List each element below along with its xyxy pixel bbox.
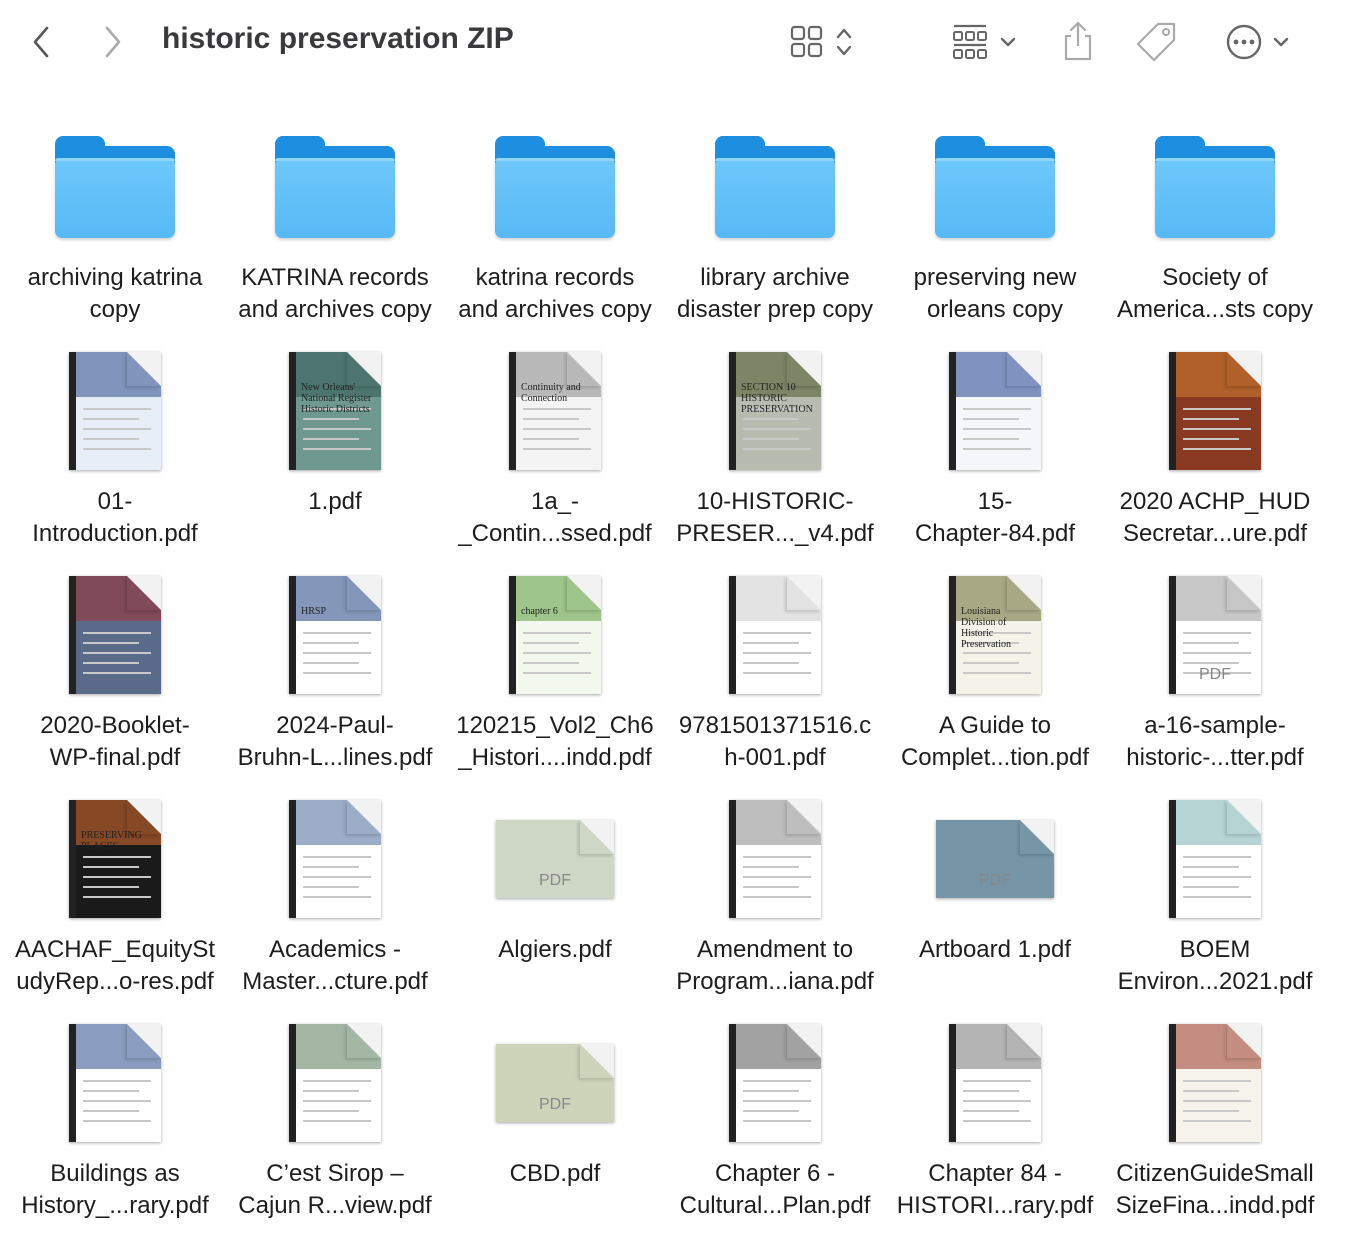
file-name-label: 9781501371516.c h-001.pdf [678,712,872,771]
folder-icon [5,112,225,262]
pdf-label: PDF [539,872,571,889]
file-name-label: Society of America...sts copy [1116,264,1314,323]
folder-icon [445,112,665,262]
pdf-thumbnail [5,336,225,486]
file-name-label: preserving new orleans copy [913,264,1077,323]
pdf-thumbnail: PDF [445,784,665,934]
pdf-thumbnail [225,1008,445,1158]
folder-icon [665,112,885,262]
file-name-label: a-16-sample- historic-...tter.pdf [1126,712,1304,771]
file-name-label: Algiers.pdf [498,936,612,963]
file-name-label: Artboard 1.pdf [918,936,1072,963]
cover-title: Louisiana Division of Historic Preservat… [961,606,1011,650]
pdf-thumbnail [885,336,1105,486]
pdf-thumbnail: PDF [1105,560,1325,710]
pdf-thumbnail: New Orleans' National Register Historic … [225,336,445,486]
pdf-thumbnail [5,1008,225,1158]
file-name-label: 1.pdf [308,488,362,515]
file-name-label: library archive disaster prep copy [676,264,874,323]
pdf-thumbnail [665,560,885,710]
file-name-label: Chapter 6 - Cultural...Plan.pdf [679,1160,871,1219]
file-name-label: Chapter 84 - HISTORI...rary.pdf [896,1160,1094,1219]
file-name-label: 2024-Paul- Bruhn-L...lines.pdf [237,712,433,771]
pdf-thumbnail: HRSP [225,560,445,710]
file-name-label: 2020 ACHP_HUD Secretar...ure.pdf [1119,488,1311,547]
pdf-thumbnail [225,784,445,934]
file-grid: archiving katrina copy KATRINA records an… [0,0,1360,1240]
pdf-thumbnail [665,784,885,934]
pdf-thumbnail: chapter 6 [445,560,665,710]
file-name-label: C’est Sirop – Cajun R...view.pdf [238,1160,432,1219]
folder-icon [225,112,445,262]
pdf-thumbnail [1105,784,1325,934]
file-name-label: 15- Chapter-84.pdf [914,488,1076,547]
pdf-label: PDF [979,872,1011,889]
file-name-label: CitizenGuideSmall SizeFina...indd.pdf [1115,1160,1315,1219]
file-name-label: 1a_- _Contin...ssed.pdf [458,488,652,547]
file-name-label: A Guide to Complet...tion.pdf [900,712,1090,771]
file-name-label: KATRINA records and archives copy [238,264,432,323]
file-name-label: 120215_Vol2_Ch6 _Histori....indd.pdf [456,712,654,771]
file-name-label: AACHAF_EquitySt udyRep...o-res.pdf [14,936,216,995]
pdf-thumbnail: SECTION 10 HISTORIC PRESERVATION [665,336,885,486]
pdf-thumbnail [5,560,225,710]
file-name-label: Buildings as History_...rary.pdf [21,1160,209,1219]
pdf-thumbnail: PDF [445,1008,665,1158]
pdf-thumbnail [1105,1008,1325,1158]
folder-icon [1105,112,1325,262]
pdf-label: PDF [1199,666,1231,683]
pdf-thumbnail [665,1008,885,1158]
pdf-thumbnail [885,1008,1105,1158]
file-name-label: 10-HISTORIC- PRESER..._v4.pdf [676,488,874,547]
file-name-label: archiving katrina copy [27,264,203,323]
file-name-label: BOEM Environ...2021.pdf [1117,936,1313,995]
pdf-thumbnail: PRESERVING PLACES [5,784,225,934]
file-name-label: 2020-Booklet- WP-final.pdf [40,712,190,771]
pdf-thumbnail [1105,336,1325,486]
pdf-thumbnail: Continuity and Connection [445,336,665,486]
cover-title: New Orleans' National Register Historic … [301,382,372,415]
file-name-label: Amendment to Program...iana.pdf [676,936,874,995]
file-name-label: katrina records and archives copy [458,264,652,323]
file-name-label: Academics - Master...cture.pdf [242,936,428,995]
pdf-thumbnail: Louisiana Division of Historic Preservat… [885,560,1105,710]
pdf-label: PDF [539,1096,571,1113]
pdf-thumbnail: PDF [885,784,1105,934]
file-name-label: CBD.pdf [509,1160,601,1187]
cover-title: SECTION 10 HISTORIC PRESERVATION [741,382,813,415]
file-name-label: 01- Introduction.pdf [32,488,198,547]
folder-icon [885,112,1105,262]
